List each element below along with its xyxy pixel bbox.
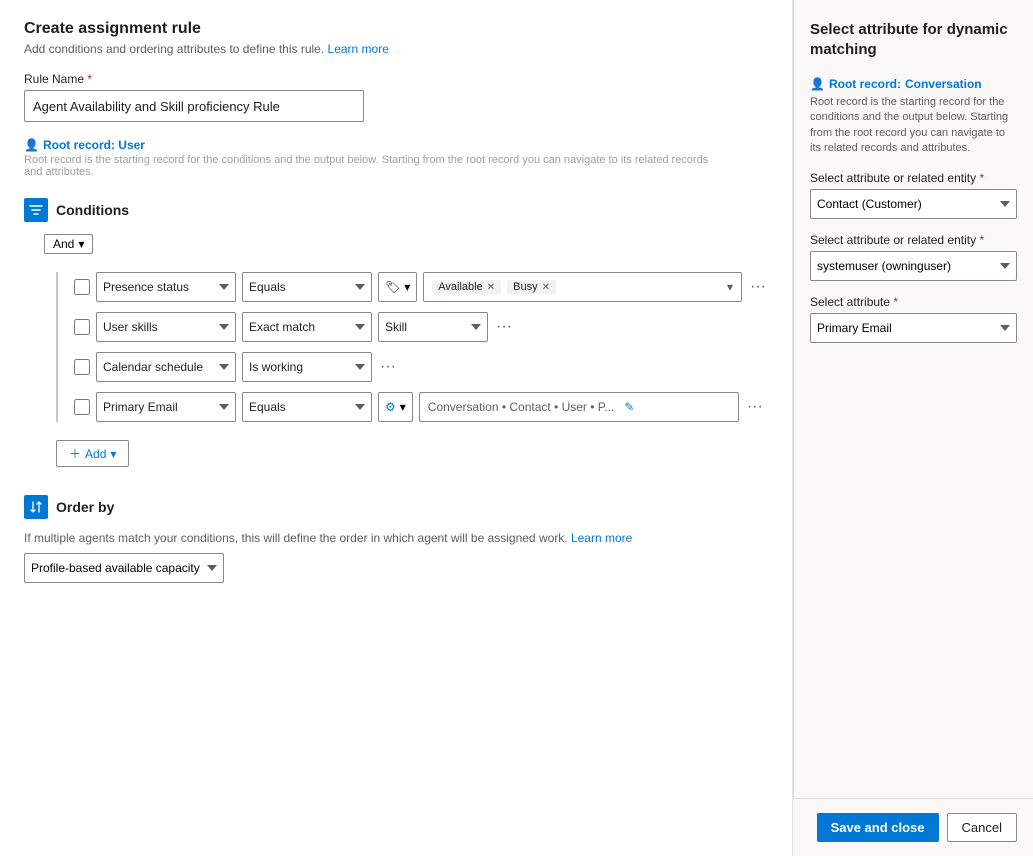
more-options-btn-3[interactable]: ··· [378, 358, 398, 376]
cancel-button[interactable]: Cancel [947, 813, 1017, 842]
more-options-btn-1[interactable]: ··· [748, 278, 768, 296]
dynamic-icon: ⚙ [385, 400, 396, 414]
condition-row: Primary Email Equals ⚙ ▾ Conversation • … [74, 392, 768, 422]
operator-select-3[interactable]: Is working [242, 352, 372, 382]
chevron-icon: ▾ [404, 280, 410, 294]
right-field2-label: Select attribute or related entity * [810, 233, 1017, 247]
right-panel-title: Select attribute for dynamic matching [810, 20, 1017, 59]
learn-more-link[interactable]: Learn more [328, 42, 389, 56]
right-field2-select[interactable]: systemuser (owninguser) [810, 251, 1017, 281]
left-panel: Create assignment rule Add conditions an… [0, 0, 793, 856]
condition-row: Calendar schedule Is working ··· [74, 352, 768, 382]
more-options-btn-2[interactable]: ··· [494, 318, 514, 336]
condition-checkbox-1[interactable] [74, 279, 90, 295]
add-condition-button[interactable]: ＋ Add ▾ [56, 440, 129, 467]
right-field1-label: Select attribute or related entity * [810, 171, 1017, 185]
order-by-desc: If multiple agents match your conditions… [24, 531, 664, 545]
order-by-select[interactable]: Profile-based available capacity [24, 553, 224, 583]
edit-icon-4[interactable]: ✎ [624, 400, 634, 414]
right-person-icon: 👤 [810, 77, 825, 91]
footer: Save and close Cancel [793, 798, 1033, 856]
condition-checkbox-2[interactable] [74, 319, 90, 335]
dropdown-arrow-1: ▾ [727, 280, 733, 294]
value-select-2[interactable]: Skill [378, 312, 488, 342]
and-button[interactable]: And ▾ [44, 234, 93, 254]
dynamic-value-4: Conversation • Contact • User • P... [428, 400, 614, 414]
person-icon: 👤 [24, 138, 39, 152]
right-field1-group: Select attribute or related entity * Con… [810, 171, 1017, 219]
save-and-close-button[interactable]: Save and close [817, 813, 939, 842]
value-field-4: Conversation • Contact • User • P... ✎ [419, 392, 739, 422]
page-subtitle: Add conditions and ordering attributes t… [24, 42, 768, 56]
more-options-btn-4[interactable]: ··· [745, 398, 765, 416]
value-field-1: Available ✕ Busy ✕ ▾ [423, 272, 742, 302]
order-by-header: Order by [24, 495, 768, 519]
chevron-icon-4: ▾ [400, 400, 406, 414]
right-field3-select[interactable]: Primary Email [810, 313, 1017, 343]
condition-row: Presence status Equals 🏷 ▾ Available ✕ B… [74, 272, 768, 302]
condition-checkbox-4[interactable] [74, 399, 90, 415]
right-root-desc: Root record is the starting record for t… [810, 95, 1017, 157]
conditions-container: Presence status Equals 🏷 ▾ Available ✕ B… [56, 272, 768, 422]
tag-close-available[interactable]: ✕ [487, 282, 495, 293]
condition-checkbox-3[interactable] [74, 359, 90, 375]
tag-busy: Busy ✕ [507, 280, 556, 294]
right-field2-group: Select attribute or related entity * sys… [810, 233, 1017, 281]
tag-available: Available ✕ [432, 280, 501, 294]
rule-name-input[interactable] [24, 90, 364, 122]
right-field3-group: Select attribute * Primary Email [810, 295, 1017, 343]
field-select-4[interactable]: Primary Email [96, 392, 236, 422]
field-select-3[interactable]: Calendar schedule [96, 352, 236, 382]
root-record-section: 👤 Root record: User Root record is the s… [24, 138, 768, 178]
conditions-title: Conditions [56, 202, 129, 218]
add-chevron-icon: ▾ [110, 447, 116, 461]
and-chevron-icon: ▾ [78, 237, 84, 251]
value-type-btn-1[interactable]: 🏷 ▾ [378, 272, 417, 302]
operator-select-4[interactable]: Equals [242, 392, 372, 422]
conditions-section-header: Conditions [24, 198, 768, 222]
and-button-container: And ▾ [32, 234, 768, 262]
value-type-btn-4[interactable]: ⚙ ▾ [378, 392, 413, 422]
plus-icon: ＋ [69, 445, 81, 462]
right-panel: Select attribute for dynamic matching 👤 … [793, 0, 1033, 856]
operator-select-1[interactable]: Equals [242, 272, 372, 302]
order-by-icon [24, 495, 48, 519]
field-select-2[interactable]: User skills [96, 312, 236, 342]
right-field3-label: Select attribute * [810, 295, 1017, 309]
order-by-title: Order by [56, 499, 114, 515]
field-select-1[interactable]: Presence status [96, 272, 236, 302]
right-root-record: 👤 Root record: Conversation Root record … [810, 77, 1017, 157]
root-record-label: 👤 Root record: User [24, 138, 768, 152]
tag-close-busy[interactable]: ✕ [542, 282, 550, 293]
operator-select-2[interactable]: Exact match [242, 312, 372, 342]
order-learn-more-link[interactable]: Learn more [571, 531, 632, 545]
tag-icon: 🏷 [385, 280, 400, 294]
rule-name-label: Rule Name * [24, 72, 768, 86]
condition-row: User skills Exact match Skill ··· [74, 312, 768, 342]
page-title: Create assignment rule [24, 20, 768, 38]
right-field1-select[interactable]: Contact (Customer) [810, 189, 1017, 219]
conditions-icon [24, 198, 48, 222]
root-record-desc: Root record is the starting record for t… [24, 154, 724, 178]
order-by-section: Order by If multiple agents match your c… [24, 495, 768, 583]
